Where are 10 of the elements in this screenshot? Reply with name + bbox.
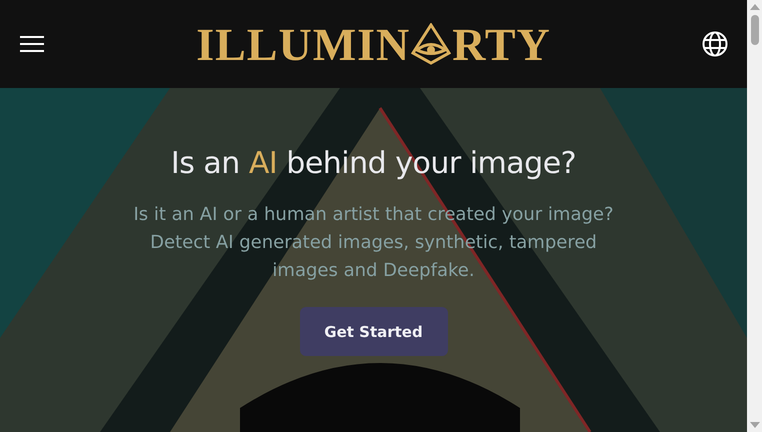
scroll-up-icon[interactable]: [750, 4, 760, 10]
menu-icon[interactable]: [19, 35, 45, 53]
logo[interactable]: ILLUMIN RTY: [196, 19, 551, 69]
get-started-button[interactable]: Get Started: [300, 307, 448, 356]
eye-triangle-icon: [411, 23, 452, 65]
globe-icon[interactable]: [702, 31, 728, 57]
scrollbar[interactable]: [747, 0, 762, 432]
hero-heading: Is an AI behind your image?: [170, 146, 576, 181]
scroll-down-icon[interactable]: [750, 422, 760, 428]
scroll-thumb[interactable]: [750, 15, 758, 45]
